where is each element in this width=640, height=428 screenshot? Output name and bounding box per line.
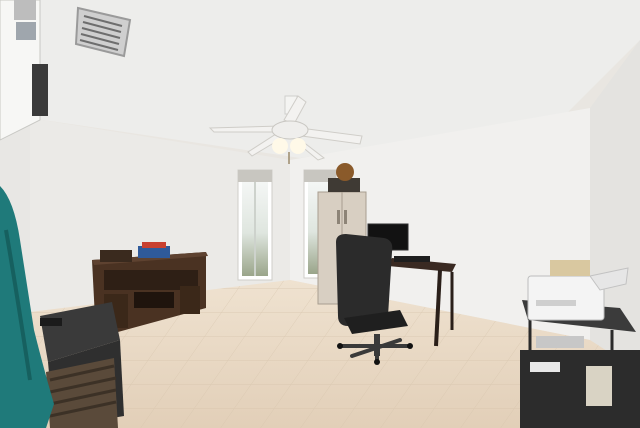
window-left [237, 169, 273, 281]
room-photo [0, 0, 640, 428]
